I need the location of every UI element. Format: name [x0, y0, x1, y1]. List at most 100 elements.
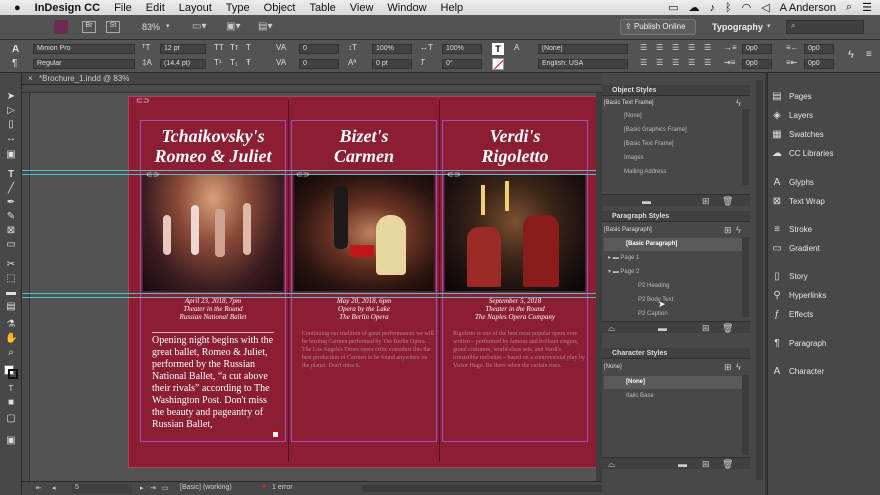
- skew-field[interactable]: 0°: [442, 59, 482, 69]
- dock-cc-libraries[interactable]: ☁ CC Libraries: [771, 146, 879, 162]
- subscript-icon[interactable]: T₁: [230, 58, 238, 67]
- dock-hyperlinks[interactable]: ⚲ Hyperlinks: [771, 288, 879, 304]
- carmen-photo[interactable]: [293, 174, 435, 292]
- last-line-indent-field[interactable]: 0p0: [804, 59, 834, 69]
- menu-object[interactable]: Object: [264, 2, 296, 14]
- object-styles-scrollbar[interactable]: [742, 109, 749, 185]
- selection-tool-icon[interactable]: ➤: [5, 91, 17, 103]
- first-page-icon[interactable]: ⇤: [36, 484, 42, 492]
- dock-stroke[interactable]: ≡ Stroke: [771, 222, 879, 238]
- object-style-item[interactable]: Mailing Address: [604, 166, 748, 179]
- panel-1-title[interactable]: Tchaikovsky's Romeo & Juliet: [140, 126, 286, 166]
- horizontal-ruler[interactable]: [22, 85, 602, 93]
- object-style-item[interactable]: Images: [604, 152, 748, 165]
- apple-menu-icon[interactable]: ●: [14, 2, 21, 14]
- character-quick-apply-icon[interactable]: ϟ: [736, 362, 741, 372]
- collapse-triangle-icon[interactable]: ▾: [608, 269, 611, 275]
- first-line-indent-field[interactable]: 0p0: [742, 59, 772, 69]
- dock-gradient[interactable]: ▭ Gradient: [771, 241, 879, 257]
- help-search-input[interactable]: ⌕: [786, 20, 864, 34]
- stock-button[interactable]: St: [106, 21, 120, 33]
- volume-icon[interactable]: ◁: [761, 1, 769, 14]
- ballet-photo[interactable]: [142, 174, 284, 292]
- stroke-swatch-icon[interactable]: [8, 369, 18, 379]
- dock-effects[interactable]: ƒ Effects: [771, 307, 879, 323]
- character-style-none[interactable]: [None]: [604, 376, 748, 389]
- workspace-dropdown-icon[interactable]: ▾: [767, 22, 771, 30]
- character-mode-icon[interactable]: A: [12, 44, 19, 55]
- close-document-icon[interactable]: ×: [28, 74, 33, 83]
- new-style-group-icon[interactable]: ▬: [642, 196, 651, 206]
- formatting-affects-text-icon[interactable]: T: [5, 383, 17, 395]
- pencil-tool-icon[interactable]: ✎: [5, 211, 17, 223]
- panel-3-title[interactable]: Verdi's Rigoletto: [442, 126, 588, 166]
- font-style-field[interactable]: Regular: [33, 59, 135, 69]
- new-style-icon[interactable]: ⊞: [702, 196, 710, 207]
- character-style-item[interactable]: Italic Base: [604, 390, 748, 403]
- superscript-icon[interactable]: T¹: [214, 58, 222, 67]
- panel-3-caption[interactable]: September 5, 2018 Theater in the Round T…: [442, 297, 588, 321]
- paragraph-mode-icon[interactable]: ¶: [12, 58, 17, 69]
- note-tool-icon[interactable]: ▤: [5, 301, 17, 313]
- publish-online-button[interactable]: ⇪ Publish Online: [620, 19, 696, 35]
- dock-swatches[interactable]: ▦ Swatches: [771, 127, 879, 143]
- scissors-tool-icon[interactable]: ✂: [5, 259, 17, 271]
- line-tool-icon[interactable]: ╱: [5, 183, 17, 195]
- clear-overrides-icon[interactable]: ⌓: [608, 459, 615, 470]
- control-panel-menu-icon[interactable]: ≡: [866, 49, 872, 60]
- rigoletto-photo[interactable]: [444, 174, 586, 292]
- paragraph-style-item[interactable]: P2 Heading: [604, 280, 748, 293]
- new-style-group-icon[interactable]: ▬: [658, 323, 667, 333]
- align-right-icon[interactable]: ☰: [672, 43, 679, 52]
- dock-scrollbar[interactable]: [756, 80, 763, 480]
- language-field[interactable]: English: USA: [538, 59, 628, 69]
- font-size-field[interactable]: 12 pt: [160, 44, 206, 54]
- apply-color-icon[interactable]: ■: [5, 397, 17, 409]
- character-style-field[interactable]: [None]: [538, 44, 628, 54]
- horizontal-guide[interactable]: [22, 293, 602, 294]
- link-icon[interactable]: ⊂⊃: [136, 96, 149, 105]
- menu-file[interactable]: File: [114, 2, 132, 14]
- rectangle-frame-tool-icon[interactable]: ⊠: [5, 225, 17, 237]
- paragraph-group-page-2[interactable]: ▾ ▬ Page 2: [604, 266, 748, 279]
- new-style-group-icon[interactable]: ▬: [678, 459, 687, 469]
- panel-3-body-text[interactable]: Rigoletto is one of the best most popula…: [453, 330, 585, 370]
- cloud-icon[interactable]: ☁: [688, 1, 699, 14]
- screen-mode-icon[interactable]: ▣▾: [226, 21, 240, 32]
- open-page-icon[interactable]: ▭: [162, 484, 169, 492]
- previous-page-icon[interactable]: ◂: [52, 484, 56, 492]
- free-transform-tool-icon[interactable]: ⬚: [5, 273, 17, 285]
- gradient-swatch-tool-icon[interactable]: ▬: [5, 287, 17, 299]
- dock-text-wrap[interactable]: ⊠ Text Wrap: [771, 194, 879, 210]
- hand-tool-icon[interactable]: ✋: [5, 333, 17, 345]
- app-menu[interactable]: InDesign CC: [35, 2, 100, 14]
- bluetooth-icon[interactable]: ᛒ: [725, 2, 732, 14]
- view-options-icon[interactable]: ▭▾: [192, 21, 206, 32]
- panel-2-caption[interactable]: May 20, 2018, 6pm Opera by the Lake The …: [291, 297, 437, 321]
- stroke-none-icon[interactable]: [492, 58, 504, 70]
- quick-apply-icon[interactable]: ϟ: [848, 49, 854, 61]
- new-style-icon[interactable]: ⊞: [702, 323, 710, 334]
- small-caps-icon[interactable]: Tᴛ: [230, 43, 239, 52]
- font-family-field[interactable]: Minion Pro: [33, 44, 135, 54]
- preflight-profile[interactable]: [Basic] (working): [180, 484, 232, 491]
- justify-center-icon[interactable]: ☰: [704, 43, 711, 52]
- direct-selection-tool-icon[interactable]: ▷: [5, 105, 17, 117]
- dock-layers[interactable]: ◈ Layers: [771, 108, 879, 124]
- workspace-switcher[interactable]: Typography: [712, 22, 763, 32]
- last-page-icon[interactable]: ⇥: [150, 484, 156, 492]
- justify-right-icon[interactable]: ☰: [688, 58, 695, 67]
- leading-field[interactable]: (14.4 pt): [160, 59, 206, 69]
- menu-type[interactable]: Type: [226, 2, 250, 14]
- screen-mode-tool-icon[interactable]: ▣: [5, 435, 17, 447]
- character-styles-scrollbar[interactable]: [742, 375, 749, 455]
- zoom-tool-icon[interactable]: ⌕: [5, 347, 17, 359]
- object-styles-quick-apply-icon[interactable]: ϟ: [736, 98, 741, 108]
- dock-story[interactable]: ▯ Story: [771, 269, 879, 285]
- justify-left-icon[interactable]: ☰: [688, 43, 695, 52]
- type-tool-icon[interactable]: T: [5, 169, 17, 181]
- panel-2-body-text[interactable]: Continuing our tradition of great perfor…: [302, 330, 434, 370]
- expand-triangle-icon[interactable]: ▸: [608, 255, 611, 261]
- character-styles-header[interactable]: Character Styles: [602, 348, 750, 359]
- list-icon[interactable]: ☰: [862, 1, 872, 14]
